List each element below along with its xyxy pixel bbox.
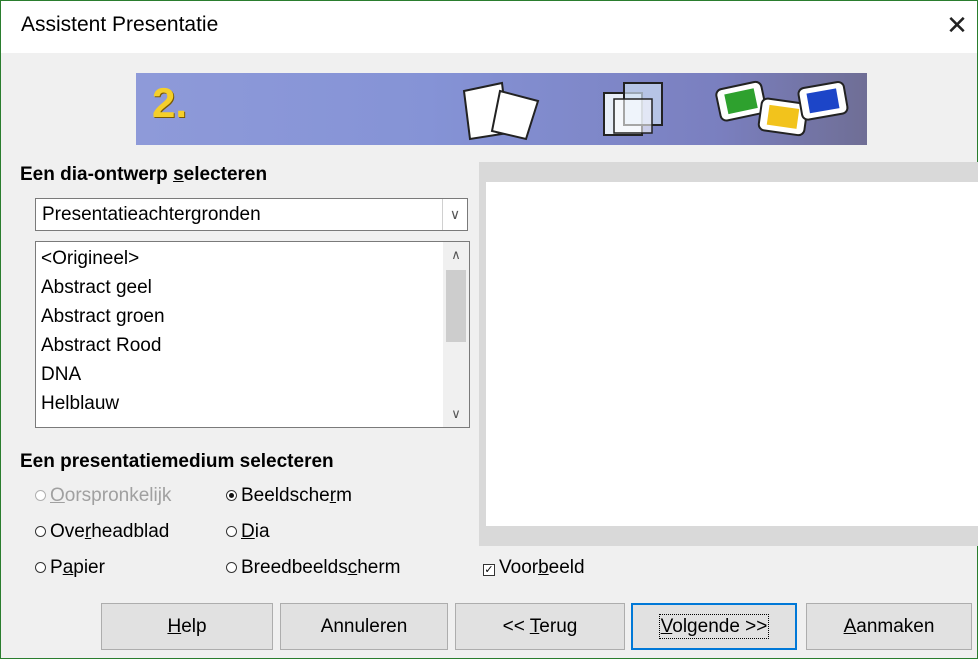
checkbox-check-icon: ✓ <box>483 564 495 576</box>
radio-overhead[interactable]: Overheadblad <box>35 521 169 543</box>
medium-heading: Een presentatiemedium selecteren <box>20 451 334 472</box>
create-button[interactable]: Aanmaken <box>806 603 972 650</box>
radio-widescreen[interactable]: Breedbeeldscherm <box>226 557 401 579</box>
list-item[interactable]: Abstract Rood <box>41 331 161 360</box>
radio-indicator <box>35 562 46 573</box>
close-icon[interactable]: ✕ <box>937 9 977 41</box>
preview-checkbox[interactable]: ✓ Voorbeeld <box>483 557 585 579</box>
design-category-dropdown[interactable]: Presentatieachtergronden ∨ <box>35 198 468 231</box>
back-button[interactable]: << Terug <box>455 603 625 650</box>
radio-indicator <box>35 526 46 537</box>
design-category-value: Presentatieachtergronden <box>42 204 261 225</box>
radio-indicator <box>226 526 237 537</box>
scrollbar-thumb[interactable] <box>446 270 466 342</box>
colored-slides-icon <box>715 80 849 137</box>
preview-canvas <box>486 182 978 526</box>
radio-screen[interactable]: Beeldscherm <box>226 485 352 507</box>
list-item[interactable]: Helblauw <box>41 389 119 418</box>
next-button[interactable]: Volgende >> <box>631 603 797 650</box>
radio-paper[interactable]: Papier <box>35 557 105 579</box>
chevron-up-icon[interactable]: ∧ <box>443 244 469 266</box>
preview-pane <box>479 162 978 546</box>
window-title: Assistent Presentatie <box>21 13 219 36</box>
list-item[interactable]: Abstract geel <box>41 273 152 302</box>
title-bar: Assistent Presentatie ✕ <box>1 1 977 53</box>
chevron-down-icon[interactable]: ∨ <box>443 403 469 425</box>
radio-slide[interactable]: Dia <box>226 521 270 543</box>
list-item[interactable]: DNA <box>41 360 81 389</box>
step-banner: 2. <box>136 73 867 145</box>
list-scrollbar[interactable]: ∧ ∨ <box>443 242 469 427</box>
design-heading: Een dia-ontwerp selecteren <box>20 164 268 185</box>
cancel-button[interactable]: Annuleren <box>280 603 448 650</box>
stacked-pages-icon <box>462 81 540 141</box>
help-button[interactable]: Help <box>101 603 273 650</box>
chevron-down-icon[interactable]: ∨ <box>442 199 467 230</box>
radio-indicator <box>35 490 46 501</box>
radio-indicator <box>226 490 237 501</box>
design-list[interactable]: <Origineel> Abstract geel Abstract groen… <box>35 241 470 428</box>
radio-original[interactable]: Oorspronkelijk <box>35 485 171 507</box>
step-number: 2. <box>152 79 188 126</box>
wizard-dialog: Assistent Presentatie ✕ 2. Een dia-ontwe… <box>0 0 978 659</box>
radio-indicator <box>226 562 237 573</box>
list-item[interactable]: <Origineel> <box>41 244 139 273</box>
list-item[interactable]: Abstract groen <box>41 302 165 331</box>
overlapping-transparent-frames-icon <box>603 82 663 136</box>
